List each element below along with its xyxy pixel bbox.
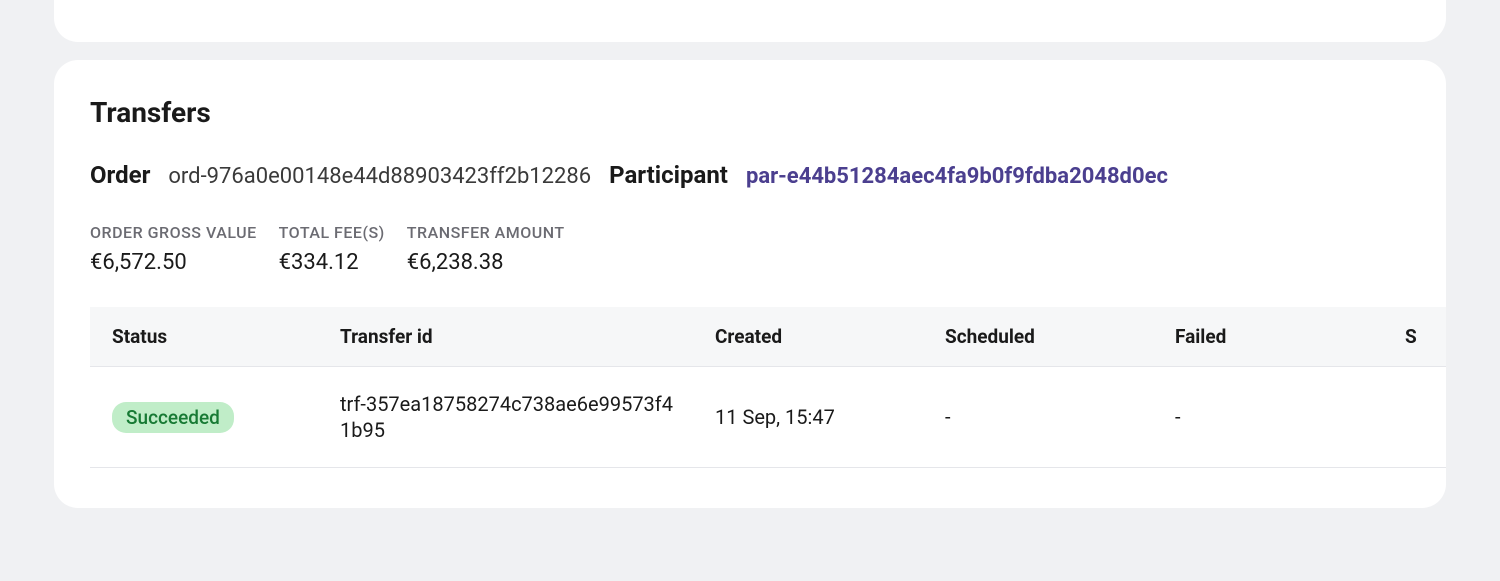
cell-scheduled: - [925, 367, 1155, 468]
table-header-row: Status Transfer id Created Scheduled Fai… [90, 307, 1446, 367]
stat-gross-value: €6,572.50 [90, 250, 257, 275]
cell-created: 11 Sep, 15:47 [695, 367, 925, 468]
status-badge: Succeeded [112, 402, 234, 433]
cell-failed: - [1155, 367, 1385, 468]
cell-status: Succeeded [90, 367, 320, 468]
col-created[interactable]: Created [695, 307, 925, 367]
order-label: Order [90, 161, 150, 189]
stat-transfer-label: TRANSFER AMOUNT [407, 223, 565, 242]
stat-gross-label: ORDER GROSS VALUE [90, 223, 257, 242]
stat-transfer-value: €6,238.38 [407, 250, 565, 275]
order-id: ord-976a0e00148e44d88903423ff2b12286 [168, 164, 591, 189]
transfers-table-wrap: Status Transfer id Created Scheduled Fai… [90, 307, 1446, 468]
stat-fees: TOTAL FEE(S) €334.12 [279, 223, 385, 275]
transfers-card: Transfers Order ord-976a0e00148e44d88903… [54, 60, 1446, 508]
transfers-table: Status Transfer id Created Scheduled Fai… [90, 307, 1446, 468]
stat-transfer: TRANSFER AMOUNT €6,238.38 [407, 223, 565, 275]
section-title: Transfers [90, 96, 1446, 129]
participant-label: Participant [609, 161, 728, 189]
previous-card-bottom [54, 0, 1446, 42]
stat-gross: ORDER GROSS VALUE €6,572.50 [90, 223, 257, 275]
col-failed[interactable]: Failed [1155, 307, 1385, 367]
participant-id-link[interactable]: par-e44b51284aec4fa9b0f9fdba2048d0ec [746, 164, 1168, 189]
table-row[interactable]: Succeeded trf-357ea18758274c738ae6e99573… [90, 367, 1446, 468]
col-status[interactable]: Status [90, 307, 320, 367]
stat-fees-label: TOTAL FEE(S) [279, 223, 385, 242]
meta-row: Order ord-976a0e00148e44d88903423ff2b122… [90, 161, 1446, 189]
col-transfer-id[interactable]: Transfer id [320, 307, 695, 367]
stat-fees-value: €334.12 [279, 250, 385, 275]
cell-transfer-id: trf-357ea18758274c738ae6e99573f41b95 [320, 367, 695, 468]
col-scheduled[interactable]: Scheduled [925, 307, 1155, 367]
cell-extra [1385, 367, 1446, 468]
col-extra[interactable]: S [1385, 307, 1446, 367]
stats-row: ORDER GROSS VALUE €6,572.50 TOTAL FEE(S)… [90, 223, 1446, 275]
